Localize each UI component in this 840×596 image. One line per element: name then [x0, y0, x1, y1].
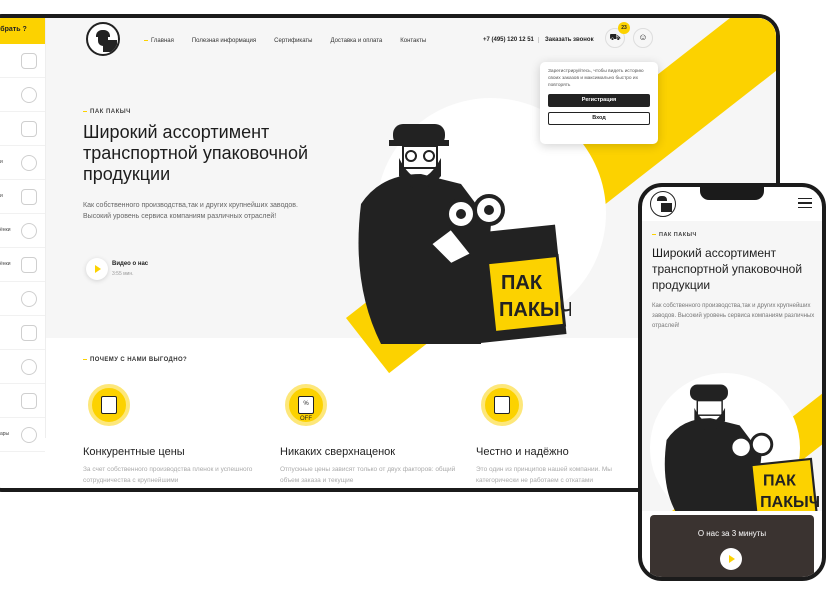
mobile-box-text-1: ПАК: [763, 471, 796, 489]
top-nav: Главная Полезная информация Сертификаты …: [46, 18, 776, 58]
sidebar-item[interactable]: ёнки: [0, 214, 45, 248]
catalog-header[interactable]: обрать ?: [0, 18, 45, 44]
benefit-2: % OFF Никаких сверхнаценок Отпускные цен…: [280, 384, 460, 486]
sidebar-item-label: ары: [0, 431, 10, 437]
tape-icon: [21, 87, 37, 103]
roll-icon: [21, 189, 37, 205]
film-icon: [21, 223, 37, 239]
mobile-box-text-2: ПАКЫЧ: [760, 493, 820, 511]
tape-roll-icon: [21, 53, 37, 69]
catalog-sidebar: обрать ? и и ёнки ёнки ары: [0, 18, 46, 452]
cutter-icon: [21, 325, 37, 341]
nav-link-home[interactable]: Главная: [144, 38, 174, 44]
nav-link-delivery[interactable]: Доставка и оплата: [330, 38, 382, 44]
benefit-3-title: Честно и надёжно: [476, 446, 569, 458]
nav-links: Главная Полезная информация Сертификаты …: [144, 38, 426, 44]
sidebar-item-label: ёнки: [0, 261, 11, 267]
sidebar-item[interactable]: и: [0, 180, 45, 214]
mobile-video-title: О нас за 3 минуты: [697, 529, 767, 538]
sidebar-item-label: и: [0, 193, 3, 199]
user-icon: ☺: [638, 32, 648, 42]
benefit-2-desc: Отпускные цены зависят только от двух фа…: [280, 466, 456, 484]
mobile-mascot: ПАК ПАКЫЧ: [664, 384, 820, 511]
double-roll-icon: [21, 155, 37, 171]
calculator-icon: [88, 384, 130, 426]
sidebar-item[interactable]: [0, 350, 45, 384]
sidebar-item[interactable]: [0, 44, 45, 78]
benefit-3-desc: Это один из принципов нашей компании. Мы…: [476, 466, 612, 484]
phone-number[interactable]: +7 (495) 120 12 51: [483, 37, 534, 43]
mobile-hero: ПАК ПАКЫЧ Широкий ассортимент транспортн…: [642, 221, 822, 511]
mobile-play-button[interactable]: [720, 548, 742, 570]
hero-kicker: ПАК ПАКЫЧ: [83, 109, 131, 115]
cart-icon: ⛟: [609, 32, 621, 42]
benefits-heading: ПОЧЕМУ С НАМИ ВЫГОДНО?: [83, 357, 187, 363]
sidebar-item[interactable]: [0, 78, 45, 112]
mascot-illustration: ПАК ПАКЫЧ: [358, 124, 571, 344]
sidebar-item[interactable]: [0, 282, 45, 316]
box-text-1: ПАК: [501, 272, 543, 294]
benefit-3-icon-text: [494, 396, 510, 414]
sidebar-item[interactable]: [0, 112, 45, 146]
logo[interactable]: [86, 22, 120, 56]
benefit-2-icon-text: % OFF: [298, 396, 314, 422]
mobile-logo[interactable]: [650, 191, 676, 217]
cart-button[interactable]: ⛟ 23: [605, 22, 630, 48]
benefit-3: Честно и надёжно Это один из принципов н…: [476, 384, 656, 486]
discount-tag-icon: % OFF: [285, 384, 327, 426]
reel-icon: [21, 291, 37, 307]
popup-text: Зарегистрируйтесь, чтобы видеть историю …: [548, 69, 644, 88]
sidebar-item[interactable]: ёнки: [0, 248, 45, 282]
mobile-video-card[interactable]: О нас за 3 минуты: [650, 515, 814, 577]
video-title[interactable]: Видео о нас: [112, 261, 148, 267]
callback-link[interactable]: Заказать звонок: [538, 37, 594, 43]
nav-link-certificates[interactable]: Сертификаты: [274, 38, 312, 44]
benefit-1-icon-text: [101, 396, 117, 414]
medal-icon: [481, 384, 523, 426]
nav-link-contacts[interactable]: Контакты: [400, 38, 426, 44]
sidebar-item-label: и: [0, 159, 3, 165]
phone-notch: [700, 187, 764, 200]
sidebar-item[interactable]: [0, 316, 45, 350]
box-text-2: ПАКЫЧ: [499, 299, 571, 321]
mobile-kicker: ПАК ПАКЫЧ: [652, 232, 697, 238]
sidebar-item[interactable]: и: [0, 146, 45, 180]
box-icon: [21, 359, 37, 375]
film-roll-icon: [21, 121, 37, 137]
tools-icon: [21, 427, 37, 443]
user-button[interactable]: ☺: [633, 28, 653, 48]
mobile-frame: ПАК ПАКЫЧ Широкий ассортимент транспортн…: [638, 183, 826, 581]
stretch-film-icon: [21, 257, 37, 273]
menu-icon[interactable]: [798, 198, 812, 208]
sidebar-item[interactable]: ары: [0, 418, 45, 452]
stage: обрать ? и и ёнки ёнки ары Главная Полезная …: [0, 0, 840, 596]
cart-badge: 23: [618, 22, 630, 34]
sticker-icon: [21, 393, 37, 409]
benefit-1-desc: За счет собственного производства пленок…: [83, 466, 253, 484]
hero-title: Широкий ассортимент транспортной упаково…: [83, 122, 309, 184]
mobile-title: Широкий ассортимент транспортной упаково…: [652, 246, 803, 292]
nav-link-info[interactable]: Полезная информация: [192, 38, 256, 44]
benefit-2-title: Никаких сверхнаценок: [280, 446, 396, 458]
benefit-1-title: Конкурентные цены: [83, 446, 185, 458]
sidebar-item[interactable]: [0, 384, 45, 418]
register-button[interactable]: Регистрация: [548, 94, 650, 107]
play-video-button[interactable]: [86, 258, 108, 280]
benefit-1: Конкурентные цены За счет собственного п…: [83, 384, 263, 486]
hero-description: Как собственного производства,так и друг…: [83, 202, 298, 220]
video-duration: 3:55 мин.: [112, 271, 134, 277]
sidebar-item-label: ёнки: [0, 227, 11, 233]
mobile-description: Как собственного производства,так и друг…: [652, 303, 815, 329]
